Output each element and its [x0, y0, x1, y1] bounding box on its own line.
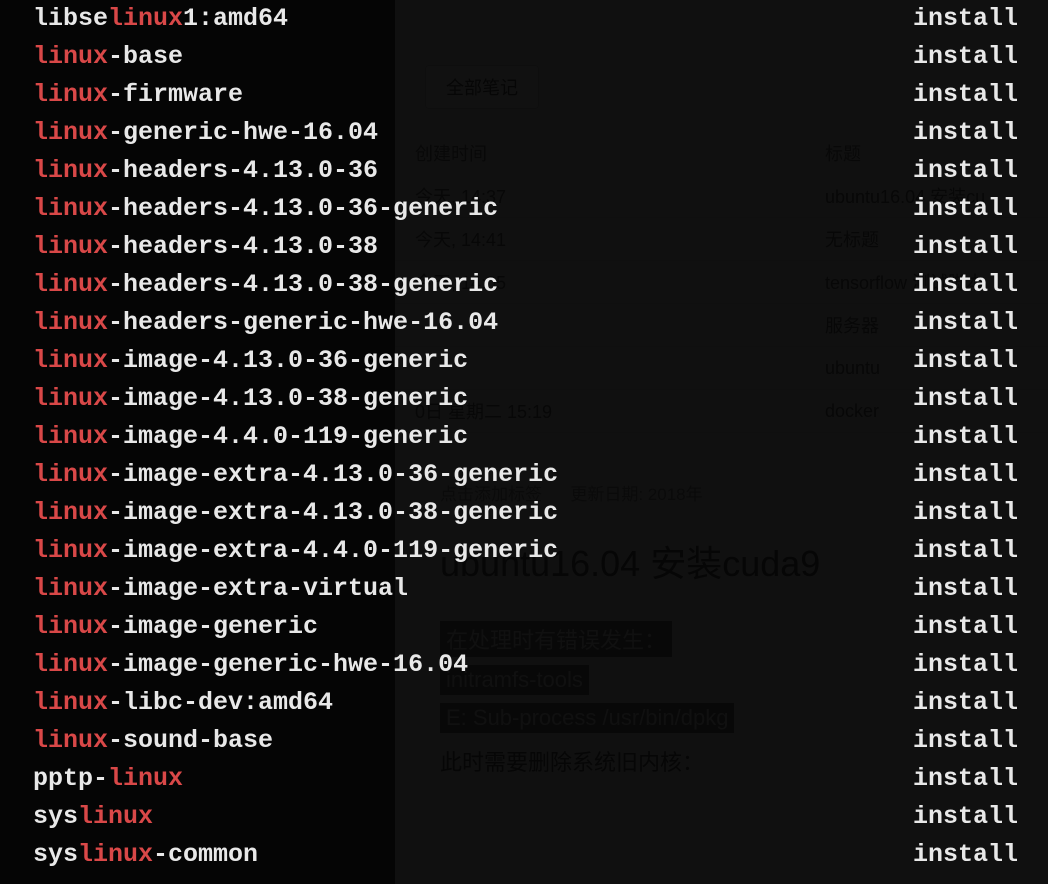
search-highlight: linux	[33, 688, 108, 717]
terminal-line: linux-image-extra-4.13.0-36-generic insta…	[0, 456, 1048, 494]
terminal-line: linux-headers-4.13.0-36 install	[0, 152, 1048, 190]
package-name: linux-headers-4.13.0-36	[33, 152, 378, 190]
package-status: install	[913, 684, 1018, 722]
package-status: install	[913, 646, 1018, 684]
package-status: install	[913, 456, 1018, 494]
terminal-line: linux-image-extra-4.13.0-38-generic insta…	[0, 494, 1048, 532]
package-name: linux-headers-generic-hwe-16.04	[33, 304, 498, 342]
search-highlight: linux	[33, 308, 108, 337]
package-status: install	[913, 228, 1018, 266]
search-highlight: linux	[33, 422, 108, 451]
package-name: linux-image-extra-virtual	[33, 570, 408, 608]
package-status: install	[913, 494, 1018, 532]
package-name: linux-image-extra-4.4.0-119-generic	[33, 532, 558, 570]
terminal-line: linux-image-4.4.0-119-generic install	[0, 418, 1048, 456]
search-highlight: linux	[33, 270, 108, 299]
search-highlight: linux	[33, 80, 108, 109]
terminal-line: linux-image-4.13.0-38-generic install	[0, 380, 1048, 418]
package-status: install	[913, 114, 1018, 152]
search-highlight: linux	[33, 460, 108, 489]
search-highlight: linux	[33, 232, 108, 261]
package-name: linux-firmware	[33, 76, 243, 114]
package-status: install	[913, 760, 1018, 798]
terminal-line: linux-headers-4.13.0-38 install	[0, 228, 1048, 266]
search-highlight: linux	[33, 574, 108, 603]
package-name: linux-base	[33, 38, 183, 76]
package-status: install	[913, 304, 1018, 342]
package-status: install	[913, 798, 1018, 836]
package-name: linux-image-extra-4.13.0-38-generic	[33, 494, 558, 532]
package-name: linux-image-4.4.0-119-generic	[33, 418, 468, 456]
package-status: install	[913, 380, 1018, 418]
terminal-line: linux-firmware install	[0, 76, 1048, 114]
package-name: linux-image-4.13.0-38-generic	[33, 380, 468, 418]
search-highlight: linux	[78, 802, 153, 831]
search-highlight: linux	[78, 840, 153, 869]
package-status: install	[913, 38, 1018, 76]
search-highlight: linux	[33, 612, 108, 641]
package-name: linux-sound-base	[33, 722, 273, 760]
package-status: install	[913, 76, 1018, 114]
terminal-line: syslinux install	[0, 798, 1048, 836]
package-status: install	[913, 266, 1018, 304]
terminal-line: linux-image-extra-4.4.0-119-generic insta…	[0, 532, 1048, 570]
package-name: syslinux	[33, 798, 153, 836]
package-status: install	[913, 190, 1018, 228]
terminal-line: pptp-linux install	[0, 760, 1048, 798]
terminal-line: linux-image-4.13.0-36-generic install	[0, 342, 1048, 380]
terminal-window[interactable]: libselinux1:amd64 install linux-base instal…	[0, 0, 1048, 884]
terminal-line: linux-headers-4.13.0-38-generic install	[0, 266, 1048, 304]
terminal-output: libselinux1:amd64 install linux-base instal…	[0, 0, 1048, 874]
terminal-line: syslinux-common install	[0, 836, 1048, 874]
terminal-line: linux-image-generic install	[0, 608, 1048, 646]
search-highlight: linux	[108, 764, 183, 793]
package-name: linux-generic-hwe-16.04	[33, 114, 378, 152]
terminal-line: linux-libc-dev:amd64 install	[0, 684, 1048, 722]
search-highlight: linux	[33, 156, 108, 185]
terminal-line: libselinux1:amd64 install	[0, 0, 1048, 38]
package-name: pptp-linux	[33, 760, 183, 798]
package-status: install	[913, 608, 1018, 646]
search-highlight: linux	[33, 384, 108, 413]
package-name: linux-headers-4.13.0-38	[33, 228, 378, 266]
search-highlight: linux	[33, 498, 108, 527]
terminal-line: linux-image-generic-hwe-16.04 install	[0, 646, 1048, 684]
package-status: install	[913, 0, 1018, 38]
package-status: install	[913, 722, 1018, 760]
package-status: install	[913, 570, 1018, 608]
package-name: linux-image-extra-4.13.0-36-generic	[33, 456, 558, 494]
package-status: install	[913, 836, 1018, 874]
package-name: linux-libc-dev:amd64	[33, 684, 333, 722]
search-highlight: linux	[33, 346, 108, 375]
search-highlight: linux	[33, 650, 108, 679]
package-name: linux-image-4.13.0-36-generic	[33, 342, 468, 380]
terminal-line: linux-image-extra-virtual install	[0, 570, 1048, 608]
terminal-line: linux-headers-4.13.0-36-generic install	[0, 190, 1048, 228]
terminal-line: linux-generic-hwe-16.04 install	[0, 114, 1048, 152]
package-name: linux-headers-4.13.0-38-generic	[33, 266, 498, 304]
package-name: libselinux1:amd64	[33, 0, 288, 38]
terminal-line: linux-headers-generic-hwe-16.04 install	[0, 304, 1048, 342]
search-highlight: linux	[33, 42, 108, 71]
search-highlight: linux	[33, 194, 108, 223]
search-highlight: linux	[33, 726, 108, 755]
package-name: syslinux-common	[33, 836, 258, 874]
terminal-line: linux-base install	[0, 38, 1048, 76]
search-highlight: linux	[108, 4, 183, 33]
package-name: linux-image-generic-hwe-16.04	[33, 646, 468, 684]
package-status: install	[913, 418, 1018, 456]
package-name: linux-headers-4.13.0-36-generic	[33, 190, 498, 228]
terminal-line: linux-sound-base install	[0, 722, 1048, 760]
search-highlight: linux	[33, 118, 108, 147]
package-status: install	[913, 342, 1018, 380]
search-highlight: linux	[33, 536, 108, 565]
package-status: install	[913, 532, 1018, 570]
package-name: linux-image-generic	[33, 608, 318, 646]
package-status: install	[913, 152, 1018, 190]
